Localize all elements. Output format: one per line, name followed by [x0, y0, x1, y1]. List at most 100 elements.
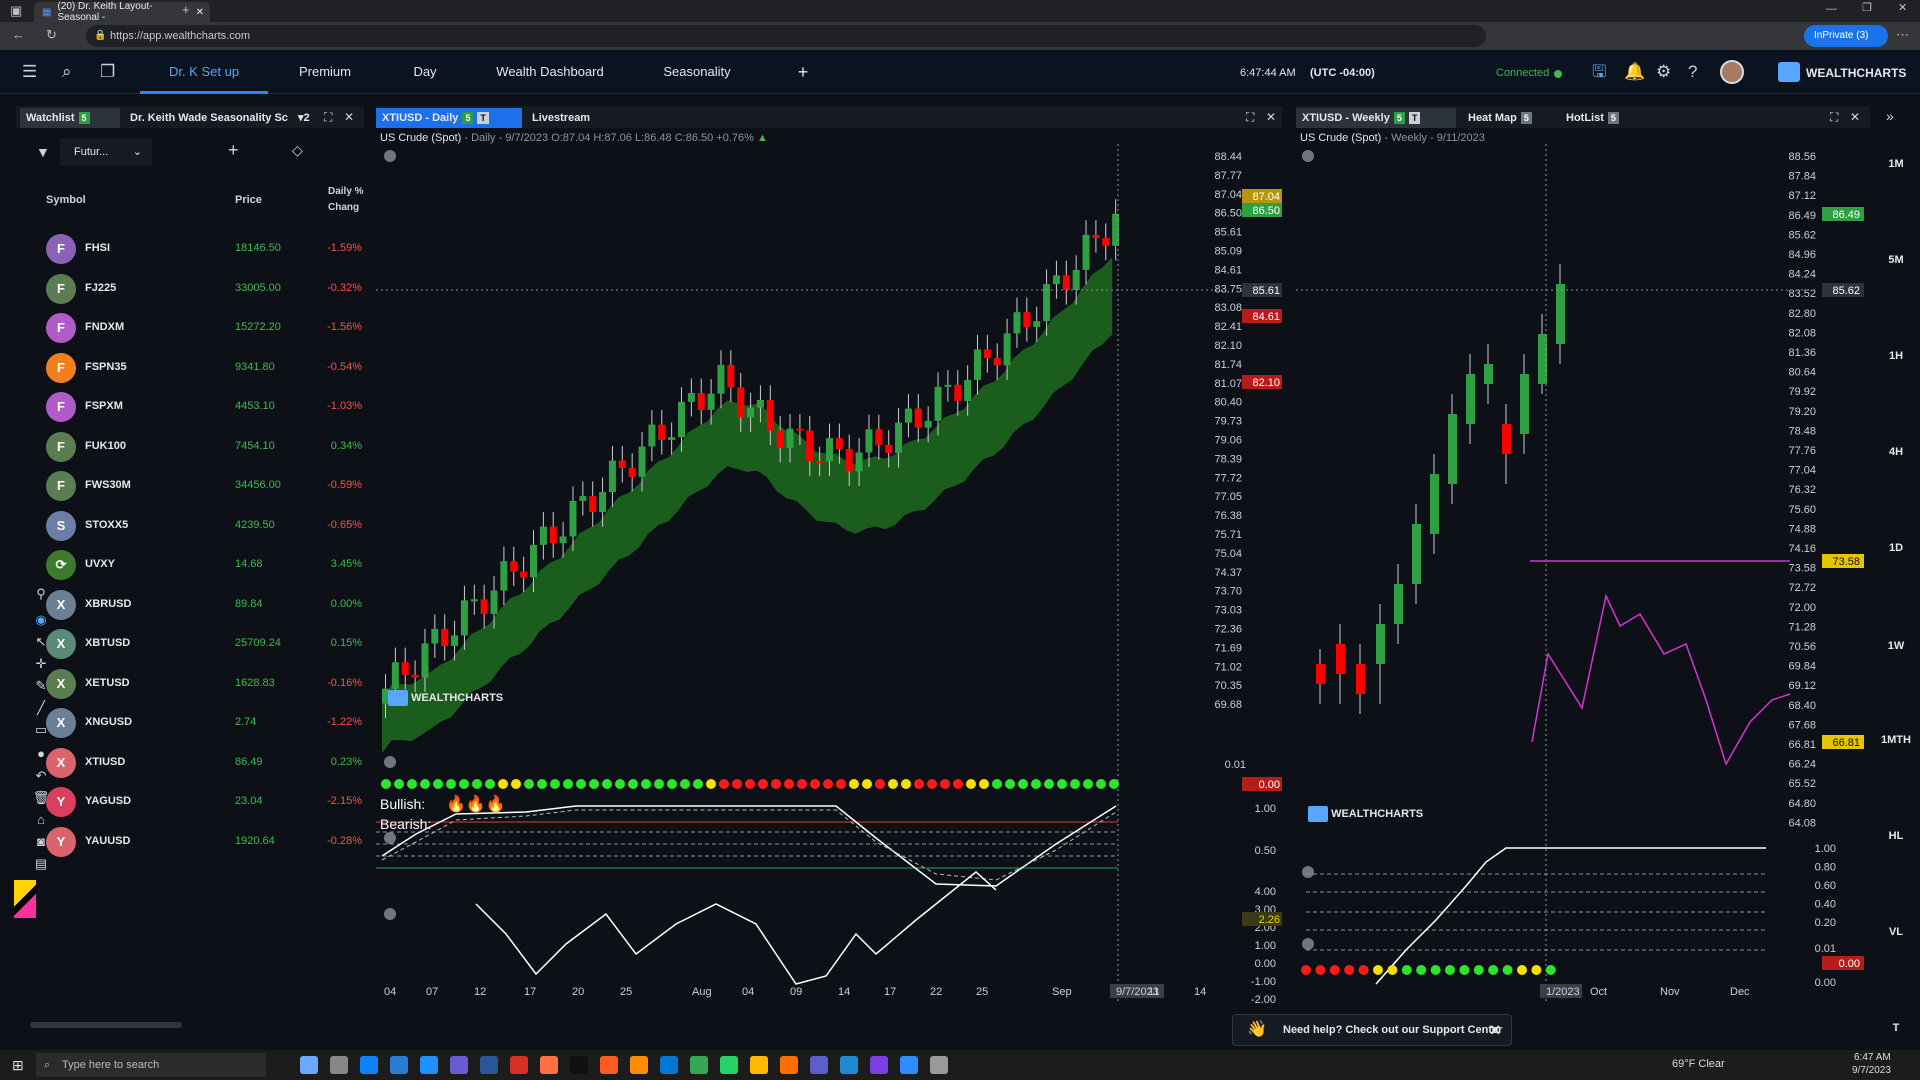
timeframe-button[interactable]: 5M — [1876, 254, 1916, 266]
taskbar-app-icon[interactable] — [780, 1056, 798, 1074]
taskbar-app-icon[interactable] — [510, 1056, 528, 1074]
table-row[interactable]: F FHSI 18146.50 -1.59% — [0, 226, 362, 265]
close-icon[interactable]: ✕ — [344, 110, 354, 124]
table-row[interactable]: X XBTUSD 25709.24 0.15% — [0, 621, 362, 660]
taskbar-app-icon[interactable] — [900, 1056, 918, 1074]
add-symbol-button[interactable]: + — [228, 140, 239, 161]
expand-icon[interactable]: ⛶ — [1246, 110, 1254, 125]
timeframe-button[interactable]: VL — [1876, 926, 1916, 938]
daily-chart[interactable]: 88.44 87.77 87.04 86.50 85.61 85.09 84.61 83.75… — [376, 144, 1282, 1034]
refresh-icon[interactable]: ↻ — [46, 28, 57, 41]
undo-icon[interactable]: ↶ — [30, 766, 52, 786]
close-window-icon[interactable]: ✕ — [1898, 3, 1907, 14]
taskbar-app-icon[interactable] — [660, 1056, 678, 1074]
dot-icon[interactable]: ● — [30, 744, 52, 764]
tab-premium[interactable]: Premium — [280, 50, 370, 94]
taskbar-app-icon[interactable] — [330, 1056, 348, 1074]
taskbar-app-icon[interactable] — [390, 1056, 408, 1074]
timeframe-button[interactable]: 1H — [1876, 350, 1916, 362]
table-row[interactable]: S STOXX5 4239.50 -0.65% — [0, 503, 362, 542]
inprivate-badge[interactable]: InPrivate (3) — [1804, 25, 1888, 47]
menu-icon[interactable]: ☰ — [22, 62, 37, 82]
filter-icon[interactable]: ▼ — [36, 144, 50, 160]
pin-icon[interactable]: ⚲ — [30, 584, 52, 604]
taskbar-app-icon[interactable] — [480, 1056, 498, 1074]
taskbar-app-icon[interactable] — [870, 1056, 888, 1074]
table-row[interactable]: F FWS30M 34456.00 -0.59% — [0, 463, 362, 502]
timezone[interactable]: (UTC -04:00) — [1310, 67, 1375, 79]
save-icon[interactable]: 🖫 — [1592, 62, 1606, 82]
taskbar-app-icon[interactable] — [720, 1056, 738, 1074]
tab-watchlist[interactable]: Watchlist 5 — [20, 108, 120, 128]
color-picker[interactable] — [14, 880, 36, 918]
expand-icon[interactable]: ⛶ — [324, 110, 332, 125]
tab-heat-map[interactable]: Heat Map 5 — [1462, 108, 1538, 128]
cursor-icon[interactable]: ↖ — [30, 632, 52, 652]
back-icon[interactable]: ← — [12, 28, 25, 41]
table-row[interactable]: F FNDXM 15272.20 -1.56% — [0, 305, 362, 344]
taskbar-app-icon[interactable] — [420, 1056, 438, 1074]
col-change-line1[interactable]: Daily % — [328, 186, 364, 197]
timeframe-button[interactable]: T — [1876, 1022, 1916, 1034]
line-icon[interactable]: ╱ — [30, 698, 52, 718]
layouts-icon[interactable]: ❐ — [100, 62, 115, 82]
table-row[interactable]: Y YAGUSD 23.04 -2.15% — [0, 779, 362, 818]
tab-actions-icon[interactable]: ▣ — [10, 4, 22, 17]
taskbar-app-icon[interactable] — [750, 1056, 768, 1074]
add-tab-button[interactable]: + — [788, 50, 818, 94]
ruler-icon[interactable]: ▭ — [30, 720, 52, 740]
filter-select[interactable]: Futur... ⌄ — [60, 138, 152, 166]
tab-livestream[interactable]: Livestream — [526, 108, 596, 128]
taskbar-search-input[interactable]: ⌕ Type here to search — [36, 1053, 266, 1077]
col-price[interactable]: Price — [235, 194, 262, 206]
eraser-icon[interactable]: ◇ — [292, 142, 303, 159]
clipboard-icon[interactable]: ▤ — [30, 854, 52, 874]
layout-count[interactable]: ▾2 — [292, 108, 316, 128]
timeframe-button[interactable]: 4H — [1876, 446, 1916, 458]
taskbar-app-icon[interactable] — [930, 1056, 948, 1074]
help-icon[interactable]: ? — [1688, 62, 1697, 82]
taskbar-app-icon[interactable] — [300, 1056, 318, 1074]
collapse-sidebar-icon[interactable]: » — [1886, 108, 1894, 124]
taskbar-app-icon[interactable] — [450, 1056, 468, 1074]
table-row[interactable]: ⟳ UVXY 14.68 3.45% — [0, 542, 362, 581]
timeframe-button[interactable]: 1M — [1876, 158, 1916, 170]
timeframe-button[interactable]: HL — [1876, 830, 1916, 842]
table-row[interactable]: Y YAUUSD 1920.64 -0.28% — [0, 819, 362, 858]
close-icon[interactable]: ✕ — [1266, 110, 1276, 124]
timeframe-button[interactable]: 1D — [1876, 542, 1916, 554]
table-row[interactable]: X XBRUSD 89.84 0.00% — [0, 582, 362, 621]
table-row[interactable]: F FSPXM 4453.10 -1.03% — [0, 384, 362, 423]
taskbar-app-icon[interactable] — [360, 1056, 378, 1074]
table-row[interactable]: F FJ225 33005.00 -0.32% — [0, 266, 362, 305]
taskbar-app-icon[interactable] — [570, 1056, 588, 1074]
avatar[interactable] — [1720, 60, 1744, 84]
eye-icon[interactable]: ◉ — [30, 610, 52, 630]
more-icon[interactable]: ⋯ — [1896, 28, 1909, 41]
pencil-icon[interactable]: ✎ — [30, 676, 52, 696]
url-input[interactable]: 🔒 https://app.wealthcharts.com — [86, 25, 1486, 47]
tab-xtiusd-weekly[interactable]: XTIUSD - Weekly 5 T — [1296, 108, 1456, 128]
table-row[interactable]: F FSPN35 9341.80 -0.54% — [0, 345, 362, 384]
close-icon[interactable]: ✕ — [196, 7, 204, 18]
col-change-line2[interactable]: Chang — [328, 202, 359, 213]
tab-dr-k-setup[interactable]: Dr. K Set up — [140, 50, 268, 94]
windows-start-icon[interactable]: ⊞ — [12, 1057, 24, 1074]
tab-day[interactable]: Day — [390, 50, 460, 94]
col-symbol[interactable]: Symbol — [46, 194, 86, 206]
weekly-chart[interactable]: 88.5687.8487.1286.4985.6284.9684.2483.52… — [1296, 144, 1870, 1034]
taskbar-app-icon[interactable] — [810, 1056, 828, 1074]
expand-icon[interactable]: ⛶ — [1830, 110, 1838, 125]
table-row[interactable]: X XTIUSD 86.49 0.23% — [0, 740, 362, 779]
table-row[interactable]: X XETUSD 1628.83 -0.16% — [0, 661, 362, 700]
weather-text[interactable]: 69°F Clear — [1672, 1058, 1725, 1070]
table-row[interactable]: X XNGUSD 2.74 -1.22% — [0, 700, 362, 739]
minimize-icon[interactable]: — — [1826, 4, 1837, 15]
gear-icon[interactable]: ⚙ — [1656, 62, 1671, 82]
trash-icon[interactable]: 🗑 — [30, 788, 52, 808]
magnet-icon[interactable]: ⌂ — [30, 810, 52, 830]
close-icon[interactable]: ✕ — [1489, 1015, 1501, 1045]
timeframe-button[interactable]: 1W — [1876, 640, 1916, 652]
close-icon[interactable]: ✕ — [1850, 110, 1860, 124]
timeframe-button[interactable]: 1MTH — [1876, 734, 1916, 746]
